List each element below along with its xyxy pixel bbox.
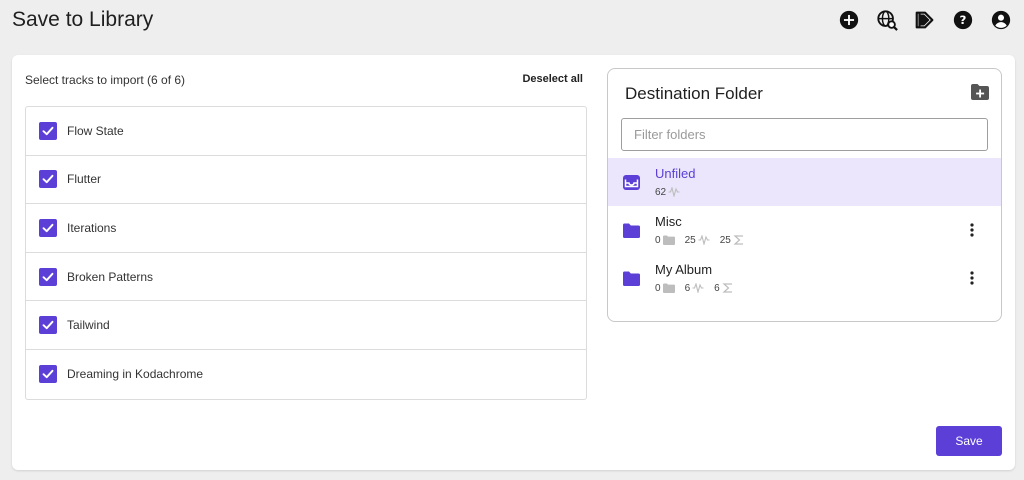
track-name: Iterations <box>67 220 117 235</box>
track-count-label: Select tracks to import (6 of 6) <box>25 73 186 87</box>
track-checkbox[interactable] <box>39 170 57 189</box>
folder-row-unfiled[interactable]: Unfiled 62 <box>608 158 1001 206</box>
folder-row-misc[interactable]: Misc 0 25 25 <box>608 206 1001 254</box>
inbox-icon <box>623 175 640 190</box>
folder-name: Misc <box>655 214 682 229</box>
track-row[interactable]: Iterations <box>26 204 586 253</box>
folder-name: Unfiled <box>655 166 696 181</box>
svg-text:?: ? <box>960 13 967 27</box>
folder-stats: 0 25 25 <box>655 234 755 246</box>
account-icon[interactable] <box>990 9 1012 31</box>
track-checkbox[interactable] <box>39 365 57 384</box>
track-checkbox[interactable] <box>39 316 57 335</box>
track-row[interactable]: Flutter <box>26 156 586 205</box>
more-options-icon[interactable] <box>967 222 977 238</box>
total-count: 6 <box>714 282 720 294</box>
sigma-icon <box>733 235 745 245</box>
folder-count-icon <box>662 235 675 245</box>
folder-list: Unfiled 62 Misc 0 25 25 My Album 0 6 6 <box>608 158 1001 302</box>
app-header: Save to Library ? <box>0 0 1024 46</box>
add-circle-icon[interactable] <box>838 9 860 31</box>
track-name: Broken Patterns <box>67 269 154 284</box>
subfolder-count: 0 <box>655 282 661 294</box>
track-row[interactable]: Broken Patterns <box>26 253 586 302</box>
track-count: 62 <box>655 186 667 198</box>
folder-icon <box>623 223 640 238</box>
folder-icon <box>623 271 640 286</box>
deselect-all-button[interactable]: Deselect all <box>522 73 583 85</box>
waveform-icon <box>698 235 710 245</box>
track-name: Flow State <box>67 123 124 138</box>
subfolder-count: 0 <box>655 234 661 246</box>
waveform-icon <box>668 187 680 197</box>
destination-folder-panel: Destination Folder Unfiled 62 Misc <box>607 68 1002 322</box>
campaign-icon[interactable] <box>914 9 936 31</box>
more-options-icon[interactable] <box>967 270 977 286</box>
page-title: Save to Library <box>12 8 154 31</box>
track-name: Dreaming in Kodachrome <box>67 367 204 382</box>
track-list: Flow State Flutter Iterations Broken Pat… <box>25 106 587 400</box>
import-card: Select tracks to import (6 of 6) Deselec… <box>12 55 1015 470</box>
track-checkbox[interactable] <box>39 121 57 140</box>
track-count: 6 <box>684 282 691 294</box>
track-select-header: Select tracks to import (6 of 6) Deselec… <box>25 73 585 91</box>
sigma-icon <box>722 283 734 293</box>
track-checkbox[interactable] <box>39 218 57 237</box>
track-checkbox[interactable] <box>39 267 57 286</box>
track-row[interactable]: Tailwind <box>26 301 586 350</box>
total-count: 25 <box>719 234 731 246</box>
help-icon[interactable]: ? <box>952 9 974 31</box>
track-count: 25 <box>684 234 696 246</box>
header-actions: ? <box>838 9 1012 31</box>
destination-title: Destination Folder <box>625 84 763 103</box>
track-name: Flutter <box>67 172 102 187</box>
new-folder-icon[interactable] <box>971 84 989 100</box>
folder-name: My Album <box>655 262 713 277</box>
track-row[interactable]: Flow State <box>26 107 586 156</box>
folder-count-icon <box>662 283 675 293</box>
track-row[interactable]: Dreaming in Kodachrome <box>26 350 586 399</box>
filter-folders-input[interactable] <box>621 118 988 151</box>
folder-row-my-album[interactable]: My Album 0 6 6 <box>608 254 1001 302</box>
waveform-icon <box>692 283 704 293</box>
folder-stats: 0 6 6 <box>655 282 744 294</box>
save-button[interactable]: Save <box>936 426 1002 456</box>
folder-stats: 62 <box>655 186 690 198</box>
track-name: Tailwind <box>67 318 110 333</box>
globe-search-icon[interactable] <box>876 9 898 31</box>
